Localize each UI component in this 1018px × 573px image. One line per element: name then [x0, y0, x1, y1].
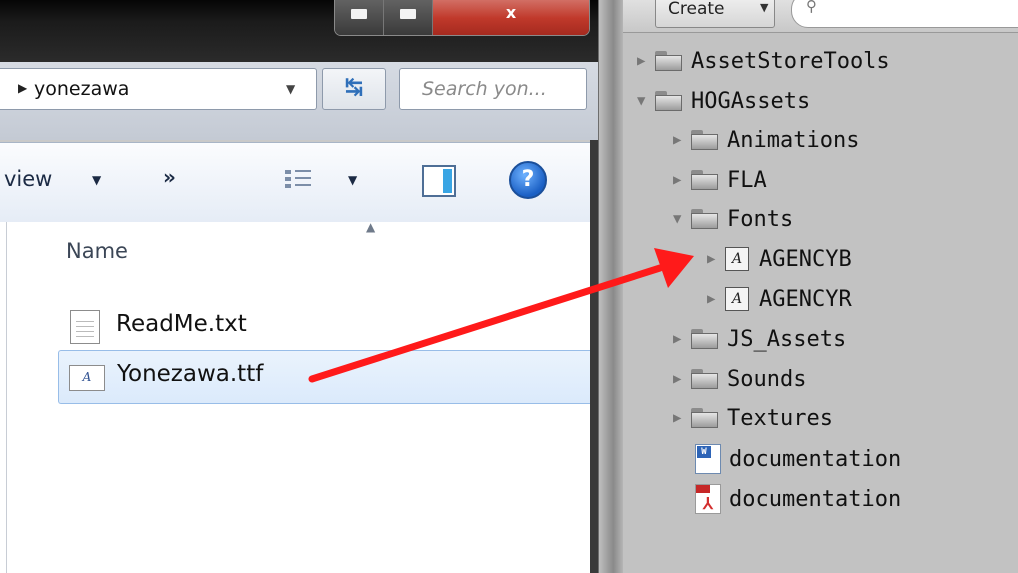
- font-file-icon: A: [69, 365, 105, 391]
- search-placeholder: Search yon...: [422, 78, 547, 100]
- search-icon: ⚲: [806, 0, 817, 15]
- text-file-icon: [70, 310, 100, 344]
- collapse-arrow-icon[interactable]: ▼: [673, 211, 691, 227]
- tree-item-label: Animations: [727, 127, 860, 153]
- expand-arrow-icon[interactable]: ▶: [673, 331, 691, 347]
- expand-arrow-icon[interactable]: ▶: [637, 53, 655, 69]
- maximize-button[interactable]: [384, 0, 433, 35]
- tree-item-label: documentation: [729, 446, 902, 472]
- tree-item-label: AGENCYR: [759, 286, 852, 312]
- tree-item-label: Sounds: [727, 366, 807, 392]
- pdf-document-icon: [695, 484, 721, 514]
- address-dropdown-icon[interactable]: ▼: [286, 82, 295, 96]
- help-icon[interactable]: ?: [509, 161, 547, 199]
- tree-item-label: HOGAssets: [691, 88, 811, 114]
- project-panel: Create ▼ ⚲ ▶ AssetStoreTools ▼ HOGAssets ▶…: [623, 0, 1018, 573]
- address-bar[interactable]: ▶ yonezawa ▼: [0, 68, 317, 110]
- close-icon: x: [505, 3, 517, 22]
- font-asset-icon: A: [725, 247, 749, 271]
- tree-item-label: FLA: [727, 167, 767, 193]
- folder-icon: [691, 130, 719, 150]
- expand-arrow-icon[interactable]: ▶: [673, 132, 691, 148]
- expand-arrow-icon[interactable]: ▶: [707, 251, 725, 267]
- preview-pane-icon[interactable]: [422, 165, 456, 197]
- breadcrumb-arrow-icon[interactable]: ▶: [18, 81, 27, 95]
- folder-icon: [655, 91, 683, 111]
- close-button[interactable]: x: [433, 0, 589, 35]
- refresh-button[interactable]: ↹: [322, 68, 386, 110]
- word-document-icon: [695, 444, 721, 474]
- file-name: Yonezawa.ttf: [117, 361, 264, 387]
- tree-item-folder[interactable]: ▶ JS_Assets: [673, 320, 846, 358]
- tree-item-document[interactable]: documentation: [695, 440, 901, 478]
- folder-icon: [655, 51, 683, 71]
- file-row[interactable]: ReadMe.txt: [58, 300, 590, 352]
- chevron-down-icon: ▼: [760, 1, 769, 14]
- file-list: ▲ Name ReadMe.txt A Yonezawa.ttf: [0, 220, 591, 573]
- tree-item-folder[interactable]: ▶ Textures: [673, 399, 833, 437]
- view-menu[interactable]: view: [4, 167, 52, 191]
- breadcrumb-folder[interactable]: yonezawa: [34, 78, 129, 100]
- chevron-down-icon[interactable]: ▼: [348, 173, 357, 187]
- expand-arrow-icon[interactable]: ▶: [673, 371, 691, 387]
- folder-icon: [691, 209, 719, 229]
- file-name: ReadMe.txt: [116, 311, 247, 337]
- chevron-down-icon[interactable]: ▼: [92, 173, 101, 187]
- refresh-icon: ↹: [344, 75, 364, 100]
- create-label: Create: [668, 0, 725, 19]
- title-bar: x: [0, 0, 598, 62]
- window-gap: [598, 0, 624, 573]
- project-search-input[interactable]: ⚲: [791, 0, 1018, 28]
- font-asset-icon: A: [725, 287, 749, 311]
- window-border: [590, 140, 598, 573]
- address-strip: ▶ yonezawa ▼ ↹ Search yon...: [0, 62, 598, 140]
- tree-item-label: Fonts: [727, 206, 794, 232]
- expand-arrow-icon[interactable]: ▶: [707, 291, 725, 307]
- tree-item-label: documentation: [729, 486, 902, 512]
- pane-divider[interactable]: [6, 222, 7, 573]
- file-row-selected[interactable]: A Yonezawa.ttf: [58, 350, 591, 404]
- tree-item-folder[interactable]: ▶ Animations: [673, 121, 859, 159]
- tree-item-folder[interactable]: ▼ HOGAssets: [637, 82, 810, 120]
- tree-item-label: AssetStoreTools: [691, 48, 890, 74]
- tree-item-folder[interactable]: ▼ Fonts: [673, 200, 793, 238]
- folder-icon: [691, 408, 719, 428]
- sort-ascending-icon: ▲: [366, 220, 376, 234]
- tree-item-folder[interactable]: ▶ FLA: [673, 161, 767, 199]
- tree-item-label: JS_Assets: [727, 326, 847, 352]
- explorer-window: x ▶ yonezawa ▼ ↹ Search yon... view ▼ » …: [0, 0, 598, 573]
- column-header-name[interactable]: Name: [66, 239, 128, 263]
- tree-item-folder[interactable]: ▶ AssetStoreTools: [637, 42, 890, 80]
- command-bar: view ▼ » ▼ ?: [0, 142, 590, 224]
- folder-icon: [691, 329, 719, 349]
- folder-icon: [691, 369, 719, 389]
- minimize-button[interactable]: [335, 0, 384, 35]
- folder-icon: [691, 170, 719, 190]
- expand-arrow-icon[interactable]: ▶: [673, 410, 691, 426]
- search-input[interactable]: Search yon...: [399, 68, 587, 110]
- change-view-icon[interactable]: [285, 167, 311, 193]
- tree-item-document[interactable]: documentation: [695, 480, 901, 518]
- tree-item-font[interactable]: ▶ A AGENCYR: [707, 280, 852, 318]
- more-commands-icon[interactable]: »: [163, 165, 176, 189]
- tree-item-label: AGENCYB: [759, 246, 852, 272]
- tree-item-font[interactable]: ▶ A AGENCYB: [707, 240, 852, 278]
- window-controls: x: [334, 0, 590, 36]
- tree-item-folder[interactable]: ▶ Sounds: [673, 360, 806, 398]
- minimize-icon: [351, 9, 367, 19]
- project-toolbar: Create ▼ ⚲: [623, 0, 1018, 33]
- expand-arrow-icon[interactable]: ▶: [673, 172, 691, 188]
- create-button[interactable]: Create ▼: [655, 0, 775, 28]
- maximize-icon: [400, 9, 416, 19]
- collapse-arrow-icon[interactable]: ▼: [637, 93, 655, 109]
- tree-item-label: Textures: [727, 405, 833, 431]
